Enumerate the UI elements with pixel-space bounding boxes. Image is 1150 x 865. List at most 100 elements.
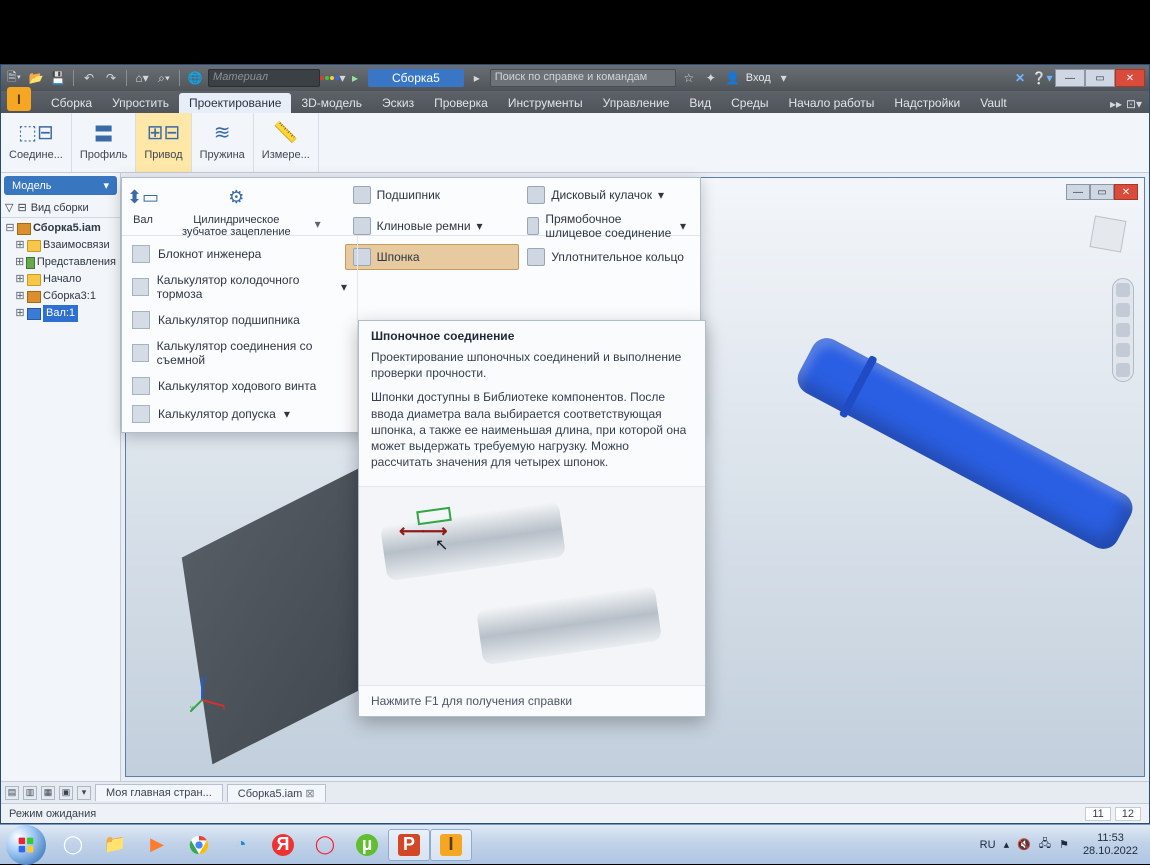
tab-manage[interactable]: Управление [593, 93, 680, 113]
tree-root[interactable]: ⊟Сборка5.iam [3, 220, 118, 237]
dropdown-item-bearing-calc[interactable]: Калькулятор подшипника [122, 306, 357, 334]
tray-clock[interactable]: 11:53 28.10.2022 [1077, 832, 1144, 857]
dropdown-item-brake-calc[interactable]: Калькулятор колодочного тормоза ▾ [122, 268, 357, 306]
nav-lookat-icon[interactable] [1116, 363, 1130, 377]
redo-icon[interactable]: ↷ [102, 69, 120, 87]
tree-node-selected[interactable]: ⊞Вал:1 [3, 305, 118, 322]
dropdown-item-shaft[interactable]: ⬍▭ Вал [128, 182, 158, 226]
ribbon-btn-measure[interactable]: 📏Измере... [254, 113, 319, 172]
undo-icon[interactable]: ↶ [80, 69, 98, 87]
tab-assembly[interactable]: Сборка [41, 93, 102, 113]
help-icon[interactable]: ❔▾ [1033, 69, 1051, 87]
layout-1-icon[interactable]: ▤ [5, 786, 19, 800]
help-search-input[interactable]: Поиск по справке и командам [490, 69, 676, 87]
doc-tab-home[interactable]: Моя главная стран... [95, 784, 223, 801]
ribbon-more-icon[interactable]: ▸▸ [1107, 95, 1125, 113]
tree-node[interactable]: ⊞Начало [3, 271, 118, 288]
tab-addins[interactable]: Надстройки [884, 93, 970, 113]
tab-simplify[interactable]: Упростить [102, 93, 179, 113]
nav-pan-icon[interactable] [1116, 303, 1130, 317]
taskbar-app-yandex-disk[interactable]: ◯ [52, 829, 94, 861]
browser-header[interactable]: Модель▾ [4, 176, 117, 195]
tray-volume-icon[interactable]: 🔇 [1017, 838, 1031, 851]
taskbar-app-yandex[interactable]: Я [262, 829, 304, 861]
open-icon[interactable]: 📂 [27, 69, 45, 87]
login-drop-icon[interactable]: ▾ [775, 69, 793, 87]
tab-getstarted[interactable]: Начало работы [779, 93, 885, 113]
tree-node[interactable]: ⊞Сборка3:1 [3, 288, 118, 305]
document-tab[interactable]: Сборка5 [368, 69, 464, 87]
sparkle-icon[interactable]: ✦ [702, 69, 720, 87]
ribbon-btn-connect[interactable]: ⬚⊟Соедине... [1, 113, 72, 172]
material-dropdown[interactable]: Материал [208, 69, 320, 87]
user-icon[interactable]: 👤 [724, 69, 742, 87]
app-icon[interactable]: I [7, 87, 31, 111]
taskbar-app-utorrent[interactable]: µ [346, 829, 388, 861]
browser-mode[interactable]: ▽ ⊟ Вид сборки [1, 198, 120, 218]
taskbar-app-inventor[interactable]: I [430, 829, 472, 861]
dropdown-item-tolerance-calc[interactable]: Калькулятор допуска ▾ [122, 400, 357, 428]
appearance-icon[interactable]: ▾ [324, 69, 342, 87]
play-icon[interactable]: ▸ [346, 69, 364, 87]
triad-icon[interactable]: zxy [190, 672, 230, 712]
tab-view[interactable]: Вид [679, 93, 721, 113]
tab-3dmodel[interactable]: 3D-модель [291, 93, 372, 113]
start-button[interactable] [6, 825, 46, 865]
nav-orbit-icon[interactable] [1116, 343, 1130, 357]
tab-design[interactable]: Проектирование [179, 93, 292, 113]
login-label[interactable]: Вход [746, 72, 771, 84]
ribbon-expand-icon[interactable]: ⊡▾ [1125, 95, 1143, 113]
view-cube[interactable] [1089, 215, 1126, 252]
tree-node[interactable]: ⊞Взаимосвязи [3, 237, 118, 254]
doc-tab-current[interactable]: Сборка5.iam ⊠ [227, 784, 326, 802]
mdi-minimize-button[interactable]: — [1066, 184, 1090, 200]
taskbar-app-powerpoint[interactable]: P [388, 829, 430, 861]
tray-action-icon[interactable]: ⚑ [1059, 838, 1069, 851]
select-icon[interactable]: ⌕▾ [155, 69, 173, 87]
tab-inspect[interactable]: Проверка [424, 93, 498, 113]
ribbon-btn-spring[interactable]: ≋Пружина [192, 113, 254, 172]
model-shaft[interactable] [792, 333, 1138, 555]
mdi-close-button[interactable]: ✕ [1114, 184, 1138, 200]
tab-sketch[interactable]: Эскиз [372, 93, 424, 113]
nav-zoom-icon[interactable] [1116, 323, 1130, 337]
tray-network-icon[interactable]: 🖧 [1039, 835, 1051, 854]
taskbar-app-explorer[interactable]: 📁 [94, 829, 136, 861]
navigation-bar[interactable] [1112, 278, 1134, 382]
dropdown-item-screw-calc[interactable]: Калькулятор ходового винта [122, 372, 357, 400]
globe-icon[interactable]: 🌐 [186, 69, 204, 87]
tab-tools[interactable]: Инструменты [498, 93, 593, 113]
x-icon[interactable]: ✕ [1011, 69, 1029, 87]
star-icon[interactable]: ☆ [680, 69, 698, 87]
doc-next-icon[interactable]: ▸ [468, 69, 486, 87]
ribbon-btn-profile[interactable]: 〓Профиль [72, 113, 137, 172]
taskbar-app-opera[interactable]: ◯ [304, 829, 346, 861]
dropdown-item-notebook[interactable]: Блокнот инженера [122, 240, 357, 268]
maximize-button[interactable]: ▭ [1085, 69, 1115, 87]
mdi-maximize-button[interactable]: ▭ [1090, 184, 1114, 200]
browser-tree[interactable]: ⊟Сборка5.iam ⊞Взаимосвязи ⊞Представления… [1, 218, 120, 324]
minimize-button[interactable]: — [1055, 69, 1085, 87]
close-button[interactable]: ✕ [1115, 69, 1145, 87]
taskbar-app-edge[interactable]: ◔ [220, 829, 262, 861]
tree-node[interactable]: ⊞Представления [3, 254, 118, 271]
chevron-down-icon[interactable]: ▾ [315, 217, 321, 231]
tab-vault[interactable]: Vault [970, 93, 1016, 113]
save-icon[interactable]: 💾 [49, 69, 67, 87]
lang-indicator[interactable]: RU [980, 839, 996, 851]
ribbon-btn-drive[interactable]: ⊞⊟Привод [136, 113, 191, 172]
layout-4-icon[interactable]: ▣ [59, 786, 73, 800]
layout-drop-icon[interactable]: ▾ [77, 786, 91, 800]
dropdown-item-bearing[interactable]: Подшипник [345, 182, 520, 208]
tab-close-icon[interactable]: ⊠ [305, 788, 314, 800]
dropdown-item-cam[interactable]: Дисковый кулачок ▾ [519, 182, 694, 208]
taskbar-app-media[interactable]: ▶ [136, 829, 178, 861]
new-icon[interactable]: 🗎▾ [5, 69, 23, 87]
dropdown-item-hub-calc[interactable]: Калькулятор соединения со съемной [122, 334, 357, 372]
home-icon[interactable]: ⌂▾ [133, 69, 151, 87]
taskbar-app-chrome[interactable] [178, 829, 220, 861]
tray-expand-icon[interactable]: ▴ [1004, 838, 1010, 851]
nav-wheel-icon[interactable] [1116, 283, 1130, 297]
layout-2-icon[interactable]: ▥ [23, 786, 37, 800]
layout-3-icon[interactable]: ▦ [41, 786, 55, 800]
